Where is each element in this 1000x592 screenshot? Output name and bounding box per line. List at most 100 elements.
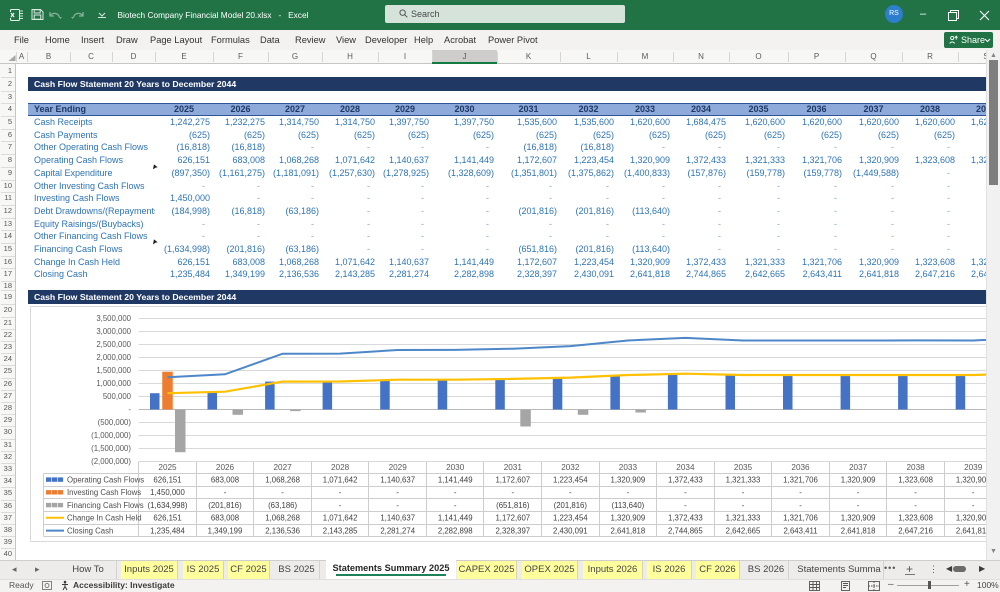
svg-text:2,136,536: 2,136,536 [265, 526, 300, 535]
svg-text:-: - [684, 488, 687, 497]
svg-text:626,151: 626,151 [153, 475, 181, 484]
svg-text:2,642,665: 2,642,665 [726, 526, 761, 535]
svg-text:-: - [454, 501, 457, 510]
svg-text:2035: 2035 [734, 463, 753, 472]
svg-text:1,321,706: 1,321,706 [783, 514, 818, 523]
svg-text:1,500,000: 1,500,000 [96, 366, 131, 375]
svg-text:2028: 2028 [331, 463, 350, 472]
svg-text:-: - [569, 488, 572, 497]
svg-text:1,320,909: 1,320,909 [956, 514, 986, 523]
svg-text:1,140,637: 1,140,637 [380, 475, 415, 484]
svg-text:3,000,000: 3,000,000 [96, 327, 131, 336]
svg-text:2031: 2031 [504, 463, 523, 472]
svg-text:1,320,909: 1,320,909 [841, 514, 876, 523]
svg-text:-: - [128, 405, 131, 414]
svg-text:-: - [684, 501, 687, 510]
svg-text:-: - [339, 488, 342, 497]
svg-text:-: - [511, 488, 514, 497]
svg-text:Change In Cash Held: Change In Cash Held [67, 514, 142, 523]
svg-text:-: - [972, 501, 975, 510]
svg-text:(113,640): (113,640) [611, 501, 644, 510]
svg-text:Financing Cash Flows: Financing Cash Flows [67, 501, 144, 510]
svg-text:2,641,818: 2,641,818 [841, 526, 876, 535]
svg-text:1,071,642: 1,071,642 [323, 475, 358, 484]
svg-text:-: - [281, 488, 284, 497]
svg-text:(651,816): (651,816) [496, 501, 530, 510]
svg-text:1,450,000: 1,450,000 [150, 488, 185, 497]
svg-text:683,008: 683,008 [211, 475, 239, 484]
svg-text:2,328,397: 2,328,397 [495, 526, 530, 535]
svg-text:(1,000,000): (1,000,000) [91, 431, 131, 440]
svg-text:2026: 2026 [216, 463, 235, 472]
svg-text:-: - [742, 501, 745, 510]
svg-text:1,320,909: 1,320,909 [611, 514, 646, 523]
svg-text:2027: 2027 [273, 463, 292, 472]
svg-text:-: - [454, 488, 457, 497]
svg-text:(500,000): (500,000) [98, 418, 132, 427]
svg-text:1,000,000: 1,000,000 [96, 379, 131, 388]
svg-text:2,281,274: 2,281,274 [380, 526, 415, 535]
svg-text:1,071,642: 1,071,642 [323, 514, 358, 523]
svg-text:2030: 2030 [446, 463, 465, 472]
svg-text:2,500,000: 2,500,000 [96, 340, 131, 349]
svg-text:500,000: 500,000 [103, 392, 132, 401]
svg-text:1,172,607: 1,172,607 [495, 475, 530, 484]
svg-text:1,172,607: 1,172,607 [495, 514, 530, 523]
svg-text:2,282,898: 2,282,898 [438, 526, 473, 535]
svg-text:Operating Cash Flows: Operating Cash Flows [67, 475, 144, 484]
svg-text:1,068,268: 1,068,268 [265, 514, 300, 523]
svg-text:1,372,433: 1,372,433 [668, 514, 703, 523]
svg-text:-: - [857, 501, 860, 510]
svg-text:2,641,818: 2,641,818 [956, 526, 986, 535]
svg-text:2029: 2029 [389, 463, 408, 472]
svg-text:1,320,909: 1,320,909 [956, 475, 986, 484]
svg-text:-: - [742, 488, 745, 497]
svg-text:2,430,091: 2,430,091 [553, 526, 588, 535]
svg-text:683,008: 683,008 [211, 514, 239, 523]
svg-text:Investing Cash Flows: Investing Cash Flows [67, 488, 141, 497]
svg-text:(201,816): (201,816) [554, 501, 588, 510]
svg-text:2,643,411: 2,643,411 [783, 526, 817, 535]
svg-text:-: - [799, 501, 802, 510]
svg-text:2033: 2033 [619, 463, 638, 472]
svg-text:1,320,909: 1,320,909 [841, 475, 876, 484]
svg-text:2,000,000: 2,000,000 [96, 353, 131, 362]
svg-text:2,647,216: 2,647,216 [898, 526, 933, 535]
svg-text:2,744,865: 2,744,865 [668, 526, 703, 535]
svg-text:2038: 2038 [906, 463, 925, 472]
svg-text:-: - [799, 488, 802, 497]
svg-text:-: - [914, 501, 917, 510]
svg-text:2039: 2039 [964, 463, 983, 472]
svg-text:-: - [224, 488, 227, 497]
svg-text:2036: 2036 [791, 463, 810, 472]
svg-text:2,143,285: 2,143,285 [323, 526, 358, 535]
svg-text:-: - [857, 488, 860, 497]
svg-text:1,323,608: 1,323,608 [898, 475, 933, 484]
svg-text:1,141,449: 1,141,449 [438, 514, 473, 523]
svg-text:1,321,706: 1,321,706 [783, 475, 818, 484]
svg-text:1,235,484: 1,235,484 [150, 526, 185, 535]
svg-text:-: - [396, 488, 399, 497]
svg-text:(2,000,000): (2,000,000) [91, 457, 131, 466]
svg-text:-: - [339, 501, 342, 510]
svg-text:(1,500,000): (1,500,000) [91, 444, 131, 453]
svg-text:1,349,199: 1,349,199 [208, 526, 243, 535]
svg-text:1,320,909: 1,320,909 [611, 475, 646, 484]
svg-text:(63,186): (63,186) [268, 501, 297, 510]
svg-text:1,223,454: 1,223,454 [553, 514, 588, 523]
svg-text:-: - [914, 488, 917, 497]
svg-text:2025: 2025 [158, 463, 177, 472]
svg-text:3,500,000: 3,500,000 [96, 314, 131, 323]
svg-text:1,223,454: 1,223,454 [553, 475, 588, 484]
svg-text:1,321,333: 1,321,333 [726, 514, 761, 523]
svg-text:-: - [972, 488, 975, 497]
svg-text:1,321,333: 1,321,333 [726, 475, 761, 484]
svg-text:-: - [396, 501, 399, 510]
svg-text:1,372,433: 1,372,433 [668, 475, 703, 484]
svg-text:Closing Cash: Closing Cash [67, 526, 113, 535]
svg-text:-: - [627, 488, 630, 497]
svg-text:2034: 2034 [676, 463, 695, 472]
svg-text:626,151: 626,151 [153, 514, 181, 523]
svg-text:1,323,608: 1,323,608 [898, 514, 933, 523]
svg-text:2037: 2037 [849, 463, 868, 472]
